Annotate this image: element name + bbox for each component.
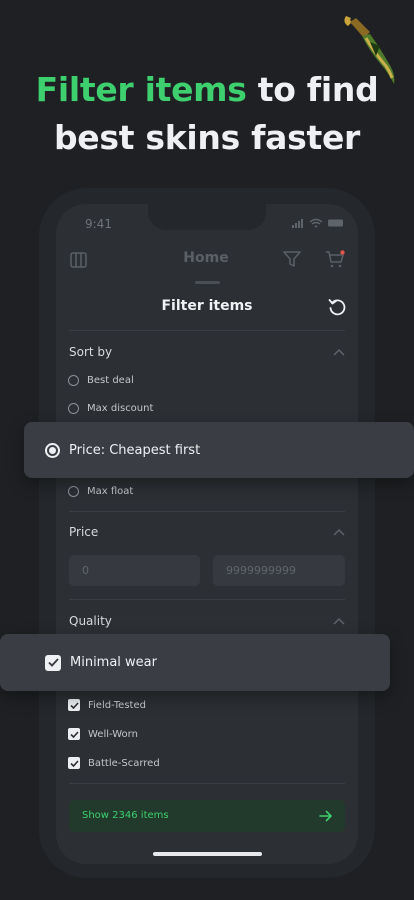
quality-option-label: Minimal wear xyxy=(70,655,157,670)
filter-icon[interactable] xyxy=(283,251,301,268)
cart-icon[interactable] xyxy=(325,250,346,269)
sort-option-max-float[interactable]: Max float xyxy=(68,483,133,499)
chevron-up-icon[interactable] xyxy=(333,348,345,356)
show-items-button[interactable]: Show 2346 items xyxy=(69,800,345,832)
quality-option-label: Battle-Scarred xyxy=(88,757,160,769)
divider xyxy=(69,599,345,600)
arrow-right-icon xyxy=(319,810,332,822)
price-min-placeholder: 0 xyxy=(82,564,89,577)
sort-option-price-cheapest-first[interactable]: Price: Cheapest first xyxy=(24,422,414,478)
quality-option-field-tested[interactable]: Field-Tested xyxy=(68,697,146,713)
quality-option-minimal-wear[interactable]: Minimal wear xyxy=(0,634,390,691)
top-bar-title: Home xyxy=(183,250,229,266)
signal-icon xyxy=(292,219,303,228)
reset-icon[interactable] xyxy=(328,298,346,316)
divider xyxy=(69,330,345,331)
radio-icon xyxy=(68,485,79,497)
sort-option-best-deal[interactable]: Best deal xyxy=(68,372,134,388)
radio-icon xyxy=(68,402,79,414)
headline-line-2: best skins faster xyxy=(53,118,361,157)
status-icons xyxy=(292,218,343,228)
headline-accent: Filter items xyxy=(35,70,247,109)
wifi-icon xyxy=(309,218,323,228)
sort-option-label: Max discount xyxy=(87,402,154,414)
sheet-grabber[interactable] xyxy=(195,281,220,284)
sort-section-title: Sort by xyxy=(69,345,113,359)
phone-notch xyxy=(148,204,266,230)
home-indicator xyxy=(153,852,262,856)
price-max-input[interactable]: 9999999999 xyxy=(213,555,345,586)
quality-option-well-worn[interactable]: Well-Worn xyxy=(68,726,138,742)
divider xyxy=(69,783,345,784)
chevron-up-icon[interactable] xyxy=(333,528,345,536)
sheet-title: Filter items xyxy=(161,298,253,314)
checkbox-checked-icon xyxy=(68,728,80,740)
radio-selected-icon xyxy=(45,442,60,458)
checkbox-checked-icon xyxy=(68,757,80,769)
price-section-title: Price xyxy=(69,525,99,539)
status-time: 9:41 xyxy=(85,217,112,231)
catalog-icon[interactable] xyxy=(70,252,87,268)
divider xyxy=(69,511,345,512)
radio-icon xyxy=(68,374,79,386)
checkbox-checked-icon xyxy=(68,699,80,711)
quality-option-label: Field-Tested xyxy=(88,699,146,711)
cart-badge xyxy=(340,250,345,255)
sort-option-label: Price: Cheapest first xyxy=(69,442,201,458)
price-min-input[interactable]: 0 xyxy=(69,555,200,586)
quality-section-title: Quality xyxy=(69,614,112,628)
quality-option-label: Well-Worn xyxy=(88,728,138,740)
sort-option-label: Best deal xyxy=(87,374,134,386)
checkbox-checked-icon xyxy=(45,654,61,671)
sort-option-max-discount[interactable]: Max discount xyxy=(68,400,153,416)
chevron-up-icon[interactable] xyxy=(333,617,345,625)
show-items-label: Show 2346 items xyxy=(82,810,169,821)
sort-option-label: Max float xyxy=(87,485,134,497)
knife-illustration xyxy=(344,16,395,84)
price-max-placeholder: 9999999999 xyxy=(226,564,296,577)
battery-icon xyxy=(328,219,343,227)
quality-option-battle-scarred[interactable]: Battle-Scarred xyxy=(68,755,160,771)
